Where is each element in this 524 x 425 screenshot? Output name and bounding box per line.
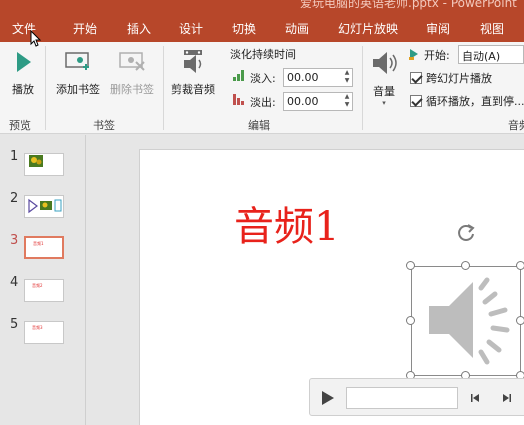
group-label-editing: 编辑 <box>248 119 270 132</box>
play-button[interactable]: 播放 <box>6 48 40 97</box>
slide-number: 1 <box>10 149 19 164</box>
slide-thumbnail-pane: 1 2 3 音频1 4 音频2 5 音频3 <box>0 135 86 425</box>
slide-thumbnail-2[interactable] <box>24 195 64 218</box>
checkbox-checked-icon <box>410 72 422 84</box>
thumbnail-title: 音频1 <box>33 241 44 246</box>
volume-label: 音量 <box>373 85 395 98</box>
image-icon <box>29 155 43 167</box>
fade-out-icon <box>233 94 244 105</box>
remove-bookmark-button[interactable]: 删除书签 <box>106 48 158 97</box>
thumbnail-title: 音频2 <box>32 283 43 288</box>
slide-number: 3 <box>10 233 19 248</box>
ribbon-tabs: 文件 开始 插入 设计 切换 动画 幻灯片放映 审阅 视图 <box>0 14 524 42</box>
fade-in-icon <box>233 70 244 81</box>
slide-editing-area: 音频1 <box>87 135 524 425</box>
trim-audio-button[interactable]: 剪裁音频 <box>168 48 218 97</box>
resize-handle[interactable] <box>406 316 415 325</box>
add-bookmark-button[interactable]: 添加书签 <box>52 48 104 97</box>
remove-bookmark-label: 删除书签 <box>110 83 154 96</box>
cross-slides-checkbox[interactable]: 跨幻灯片播放 <box>410 70 492 86</box>
audio-player-bar <box>309 378 524 416</box>
slide-thumbnail-4[interactable]: 音频2 <box>24 279 64 302</box>
powerpoint-window: 爱玩电脑的英语老师.pptx - PowerPoint 文件 开始 插入 设计 … <box>0 0 524 425</box>
tab-slideshow[interactable]: 幻灯片放映 <box>338 20 398 37</box>
checkbox-checked-icon <box>410 95 422 107</box>
play-label: 播放 <box>12 83 34 96</box>
start-select-value: 自动(A) <box>462 50 501 63</box>
spinner-arrows-icon[interactable]: ▲ ▼ <box>342 93 352 110</box>
volume-icon <box>373 52 397 74</box>
group-label-preview: 预览 <box>9 119 31 132</box>
ribbon-audio-tools: 播放 预览 添加书签 删除书签 书签 剪裁音频 淡化持续时间 淡入: 00.00… <box>0 42 524 134</box>
spinner-arrows-icon[interactable]: ▲ ▼ <box>342 69 352 86</box>
chevron-down-icon: ▾ <box>382 99 386 107</box>
slide-thumbnail-1[interactable] <box>24 153 64 176</box>
loop-label: 循环播放，直到停... <box>426 95 524 108</box>
fade-out-value: 00.00 <box>287 95 319 108</box>
remove-bookmark-icon <box>119 52 145 71</box>
audio-progress-track[interactable] <box>346 387 458 409</box>
add-bookmark-label: 添加书签 <box>56 83 100 96</box>
fade-in-label: 淡入: <box>250 72 276 85</box>
mouse-cursor-icon <box>30 30 42 47</box>
play-icon <box>17 52 31 72</box>
group-label-bookmarks: 书签 <box>93 119 115 132</box>
thumbnail-title: 音频3 <box>32 325 43 330</box>
speaker-icon[interactable] <box>415 268 519 372</box>
tab-insert[interactable]: 插入 <box>127 20 151 37</box>
window-title: 爱玩电脑的英语老师.pptx - PowerPoint <box>300 0 517 10</box>
trim-audio-label: 剪裁音频 <box>171 83 215 96</box>
resize-handle[interactable] <box>406 261 415 270</box>
tab-design[interactable]: 设计 <box>179 20 203 37</box>
group-divider <box>163 46 164 130</box>
tab-view[interactable]: 视图 <box>480 20 504 37</box>
fade-out-spinner[interactable]: 00.00 ▲ ▼ <box>283 92 353 111</box>
play-icon[interactable] <box>320 389 336 407</box>
add-bookmark-icon <box>65 52 89 70</box>
fade-in-value: 00.00 <box>287 71 319 84</box>
trim-audio-icon <box>184 50 202 73</box>
start-select[interactable]: 自动(A) <box>458 45 524 64</box>
slide-title[interactable]: 音频1 <box>234 194 339 252</box>
tab-review[interactable]: 审阅 <box>426 20 450 37</box>
cross-slides-label: 跨幻灯片播放 <box>426 72 492 85</box>
resize-handle[interactable] <box>516 261 524 270</box>
skip-forward-icon[interactable] <box>500 392 512 404</box>
skip-back-icon[interactable] <box>470 392 482 404</box>
slide-thumbnail-3[interactable]: 音频1 <box>24 236 64 259</box>
slide-number: 4 <box>10 275 19 290</box>
tab-home[interactable]: 开始 <box>73 20 97 37</box>
start-icon <box>409 49 418 60</box>
resize-handle[interactable] <box>516 316 524 325</box>
slide-number: 5 <box>10 317 19 332</box>
resize-handle[interactable] <box>461 261 470 270</box>
shapes-icon <box>28 198 62 214</box>
volume-button[interactable]: 音量 ▾ <box>366 48 402 107</box>
fade-out-label: 淡出: <box>250 96 276 109</box>
group-divider <box>362 46 363 130</box>
group-divider <box>45 46 46 130</box>
title-bar: 爱玩电脑的英语老师.pptx - PowerPoint <box>0 0 524 14</box>
tab-animations[interactable]: 动画 <box>285 20 309 37</box>
rotate-handle-icon[interactable] <box>455 222 477 244</box>
fade-in-spinner[interactable]: 00.00 ▲ ▼ <box>283 68 353 87</box>
loop-checkbox[interactable]: 循环播放，直到停... <box>410 93 524 109</box>
fade-duration-title: 淡化持续时间 <box>230 48 296 61</box>
slide-number: 2 <box>10 191 19 206</box>
slide-thumbnail-5[interactable]: 音频3 <box>24 321 64 344</box>
group-label-audio: 音频 <box>508 119 524 132</box>
start-label: 开始: <box>424 49 450 62</box>
tab-transitions[interactable]: 切换 <box>232 20 256 37</box>
